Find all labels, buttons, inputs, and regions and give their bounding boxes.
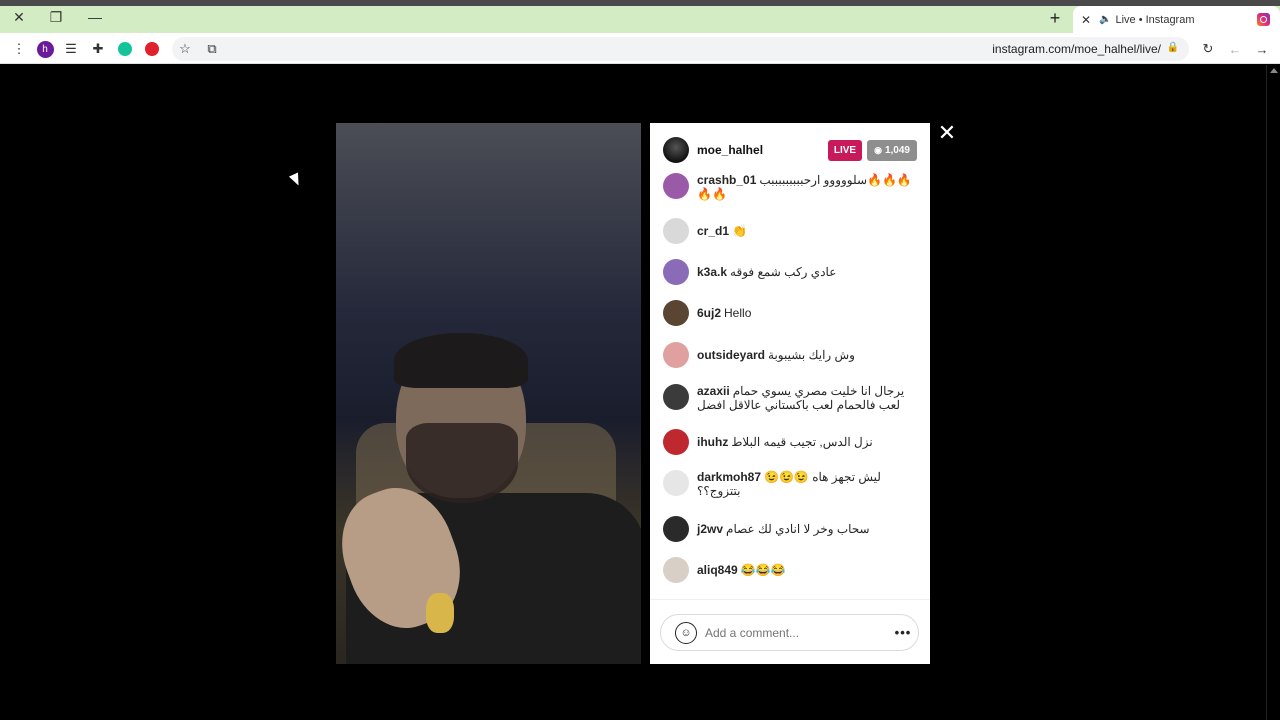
speaker-icon: 🔈 xyxy=(1099,14,1112,25)
instagram-favicon-icon xyxy=(1257,13,1270,26)
emoji-icon[interactable]: ☺ xyxy=(675,621,697,644)
viewer-count-badge: ◉ 1,049 xyxy=(867,139,917,161)
list-item: k3a.k عادي ركب شمع فوقه xyxy=(663,259,917,285)
avatar[interactable] xyxy=(663,259,689,285)
comment-box: ☺ ••• xyxy=(660,614,919,651)
scroll-up-icon[interactable] xyxy=(1270,68,1278,73)
list-item: j2wv سحاب وخر لا انادي لك عصام xyxy=(663,516,917,542)
playlist-icon[interactable]: ☰ xyxy=(62,40,80,58)
list-item: aliq849 😂😂😂 xyxy=(663,557,917,583)
list-item: darkmoh87 😉😉😉 ليش تجهز هاه بتتزوج؟؟ xyxy=(663,470,917,498)
live-header: moe_halhel LIVE ◉ 1,049 xyxy=(650,123,930,177)
divider xyxy=(650,599,930,600)
comment-text: عادي ركب شمع فوقه xyxy=(730,265,837,279)
comment-username[interactable]: darkmoh87 xyxy=(697,470,761,484)
kebab-menu-icon[interactable]: ⋮ xyxy=(10,40,28,58)
grammarly-icon[interactable] xyxy=(116,40,134,58)
host-username[interactable]: moe_halhel xyxy=(697,143,828,157)
comment-username[interactable]: j2wv xyxy=(697,522,723,536)
close-tab-icon[interactable]: ✕ xyxy=(1073,13,1099,27)
tab-live-instagram[interactable]: ✕ 🔈 Live • Instagram xyxy=(1073,6,1280,33)
comment-text: 😂😂😂 xyxy=(740,563,786,577)
live-video[interactable] xyxy=(336,123,641,664)
live-badge: LIVE xyxy=(827,139,863,161)
list-item: azaxii يرجال انا خليت مصري يسوي حمام لعب … xyxy=(663,384,917,412)
comment-username[interactable]: outsideyard xyxy=(697,348,765,362)
avatar[interactable] xyxy=(663,470,689,496)
star-icon[interactable]: ☆ xyxy=(176,40,194,58)
tab-title: Live • Instagram xyxy=(1115,13,1195,26)
list-item: 6uj2 Hello xyxy=(663,300,917,326)
comment-text: 👏 xyxy=(732,224,747,238)
avatar[interactable] xyxy=(663,384,689,410)
puzzle-icon[interactable]: ✚ xyxy=(89,40,107,58)
forward-arrow-icon[interactable]: → xyxy=(1253,40,1271,58)
avatar[interactable] xyxy=(663,429,689,455)
comment-text: Hello xyxy=(724,306,752,320)
avatar[interactable] xyxy=(663,516,689,542)
comment-input[interactable] xyxy=(705,625,888,640)
comment-username[interactable]: aliq849 xyxy=(697,563,738,577)
comment-username[interactable]: crashb_01 xyxy=(697,173,756,187)
avatar[interactable] xyxy=(663,300,689,326)
more-options-icon[interactable]: ••• xyxy=(888,625,918,640)
eye-icon: ◉ xyxy=(874,144,882,155)
restore-window-icon[interactable]: ❐ xyxy=(45,6,67,28)
live-side-panel: moe_halhel LIVE ◉ 1,049 crashb_01 سلووووو … xyxy=(650,123,930,664)
comments-list[interactable]: crashb_01 سلووووو ارحبببببببببب🔥🔥🔥🔥🔥 cr_d… xyxy=(650,173,930,598)
translate-icon[interactable]: ⧉ xyxy=(203,40,221,58)
comment-text: نزل الدس, تجيب قيمه البلاط xyxy=(731,435,873,449)
url-text[interactable]: instagram.com/moe_halhel/live/ xyxy=(992,42,1161,56)
close-window-icon[interactable]: ✕ xyxy=(8,6,30,28)
mouse-cursor-icon xyxy=(288,172,304,188)
reload-icon[interactable]: ↻ xyxy=(1199,40,1217,58)
opera-icon[interactable] xyxy=(143,40,161,58)
comment-username[interactable]: azaxii xyxy=(697,384,730,398)
comment-username[interactable]: cr_d1 xyxy=(697,224,729,238)
new-tab-button[interactable]: + xyxy=(1044,7,1066,29)
avatar[interactable] xyxy=(663,218,689,244)
page-scrollbar[interactable] xyxy=(1266,65,1280,720)
list-item: outsideyard وش رايك بشيبوبة xyxy=(663,342,917,368)
extension-h-icon[interactable]: h xyxy=(36,40,54,58)
list-item: cr_d1 👏 xyxy=(663,218,917,244)
avatar[interactable] xyxy=(663,342,689,368)
list-item: crashb_01 سلووووو ارحبببببببببب🔥🔥🔥🔥🔥 xyxy=(663,173,917,201)
avatar[interactable] xyxy=(663,557,689,583)
avatar[interactable] xyxy=(663,137,689,163)
minimize-window-icon[interactable]: — xyxy=(84,6,106,28)
comment-username[interactable]: k3a.k xyxy=(697,265,727,279)
avatar[interactable] xyxy=(663,173,689,199)
back-arrow-icon[interactable]: ← xyxy=(1226,40,1244,58)
lock-icon[interactable]: 🔒 xyxy=(1167,42,1179,53)
comment-username[interactable]: ihuhz xyxy=(697,435,728,449)
address-bar[interactable]: ☆ ⧉ instagram.com/moe_halhel/live/ 🔒 xyxy=(172,37,1189,61)
comment-text: وش رايك بشيبوبة xyxy=(768,348,855,362)
list-item: ihuhz نزل الدس, تجيب قيمه البلاط xyxy=(663,429,917,455)
comment-username[interactable]: 6uj2 xyxy=(697,306,721,320)
comment-text: سحاب وخر لا انادي لك عصام xyxy=(726,522,870,536)
close-live-icon[interactable]: ✕ xyxy=(936,122,958,145)
